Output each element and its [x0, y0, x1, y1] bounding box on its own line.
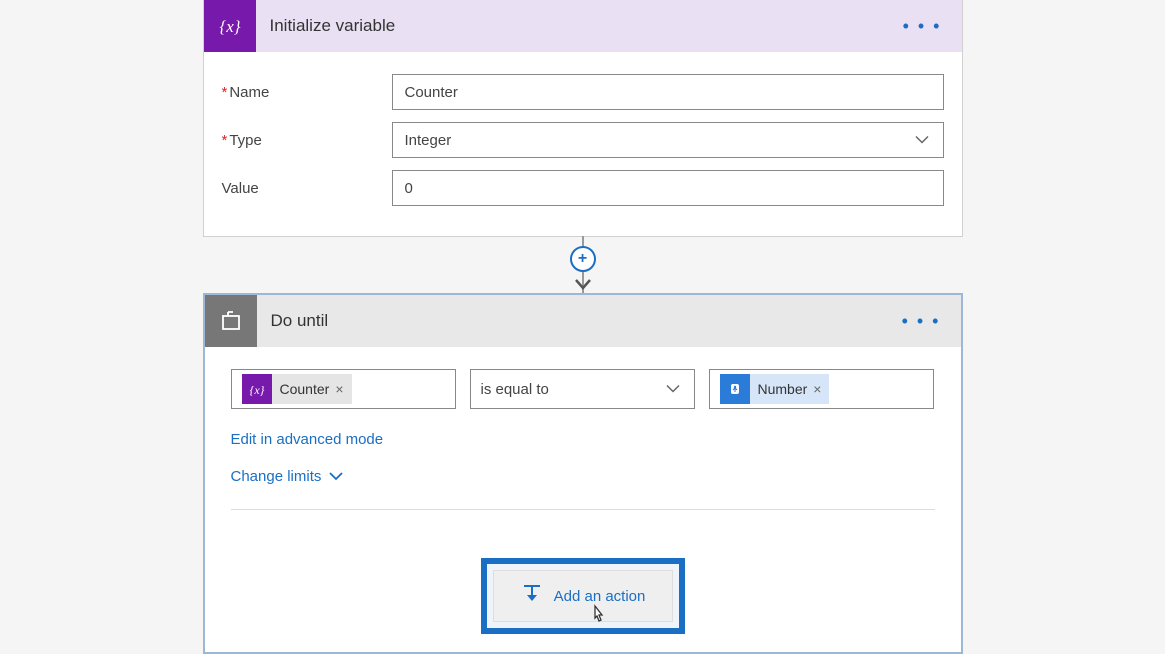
- card-header[interactable]: Do until • • •: [205, 295, 961, 347]
- type-select[interactable]: Integer: [392, 122, 944, 158]
- condition-row: {x} Counter × is equal to: [223, 357, 943, 421]
- condition-left-input[interactable]: {x} Counter ×: [231, 369, 456, 409]
- do-until-icon: [205, 295, 257, 347]
- divider: [231, 509, 935, 510]
- remove-pill-icon[interactable]: ×: [813, 381, 821, 397]
- remove-pill-icon[interactable]: ×: [335, 381, 343, 397]
- chevron-down-icon: [329, 468, 343, 485]
- arrow-down-icon: [573, 277, 593, 296]
- type-label: *Type: [222, 132, 392, 149]
- card-title: Initialize variable: [270, 16, 903, 36]
- add-step-button[interactable]: +: [570, 246, 596, 272]
- value-label: Value: [222, 180, 392, 197]
- cursor-pointer-icon: [588, 603, 608, 631]
- add-action-icon: [520, 583, 544, 609]
- svg-text:{x}: {x}: [249, 383, 264, 397]
- condition-operator-select[interactable]: is equal to: [470, 369, 695, 409]
- card-header[interactable]: {x} Initialize variable • • •: [204, 0, 962, 52]
- flow-connector: +: [203, 236, 963, 294]
- card-title: Do until: [271, 311, 902, 331]
- counter-pill[interactable]: {x} Counter ×: [242, 374, 352, 404]
- change-limits-link[interactable]: Change limits: [231, 468, 344, 485]
- variable-icon: {x}: [204, 0, 256, 52]
- pill-label: Number: [758, 381, 808, 397]
- svg-text:{x}: {x}: [219, 17, 240, 36]
- card-menu-button[interactable]: • • •: [902, 312, 941, 330]
- chevron-down-icon: [666, 381, 680, 398]
- do-until-card: Do until • • • {x} Counter × is equal to: [203, 293, 963, 654]
- variable-icon: {x}: [242, 374, 272, 404]
- edit-advanced-mode-link[interactable]: Edit in advanced mode: [231, 431, 384, 448]
- add-action-button[interactable]: Add an action: [493, 570, 673, 622]
- number-pill[interactable]: Number ×: [720, 374, 830, 404]
- card-menu-button[interactable]: • • •: [903, 17, 942, 35]
- pill-label: Counter: [280, 381, 330, 397]
- name-label: *Name: [222, 84, 392, 101]
- name-input[interactable]: Counter: [392, 74, 944, 110]
- initialize-variable-card: {x} Initialize variable • • • *Name Coun…: [203, 0, 963, 237]
- condition-right-input[interactable]: Number ×: [709, 369, 934, 409]
- chevron-down-icon: [915, 132, 929, 149]
- input-icon: [720, 374, 750, 404]
- value-input[interactable]: 0: [392, 170, 944, 206]
- add-action-highlight: Add an action: [481, 558, 685, 634]
